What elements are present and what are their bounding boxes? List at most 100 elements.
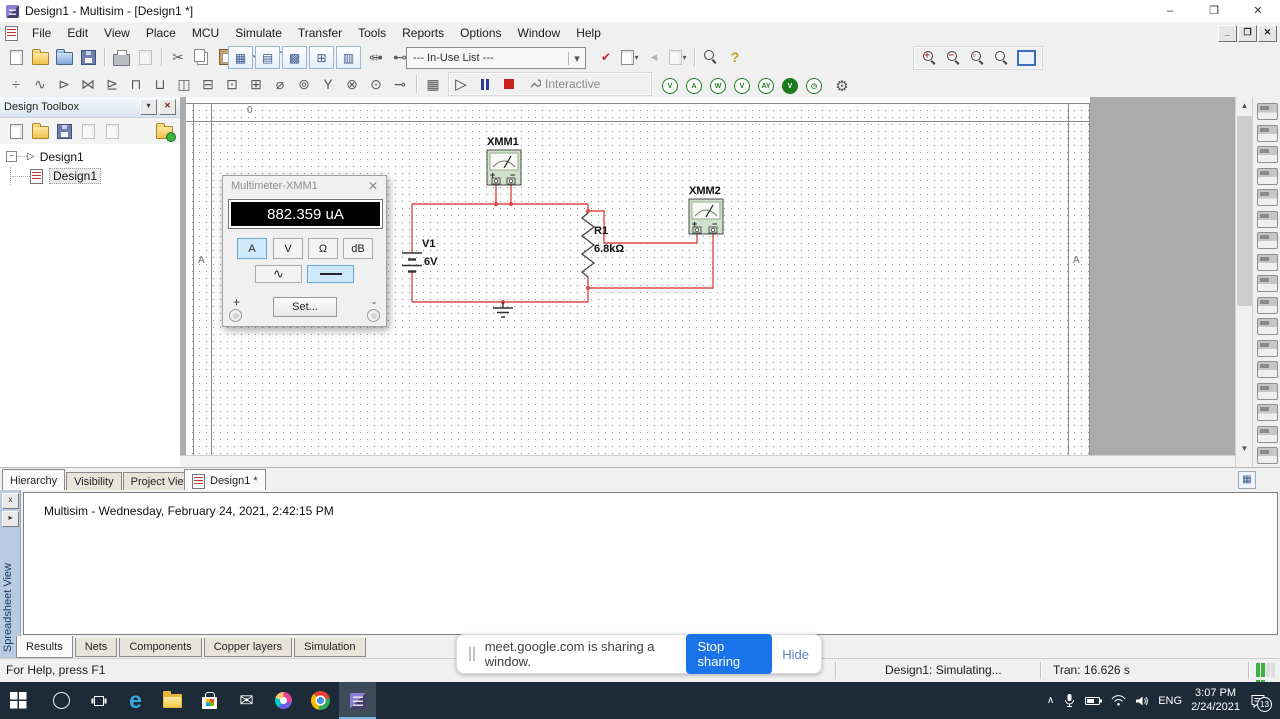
scroll-down-icon[interactable]: ▼ — [1236, 440, 1253, 457]
set-button[interactable]: Set... — [273, 297, 337, 317]
tab-visibility[interactable]: Visibility — [66, 472, 122, 492]
erc-check-button[interactable]: ✔ — [595, 46, 617, 68]
forward-annotate-button[interactable]: ▾ — [667, 46, 689, 68]
zoom-fit-button[interactable] — [991, 47, 1013, 69]
start-button[interactable] — [0, 682, 37, 719]
place-cmos-button[interactable]: ⊔ — [149, 73, 171, 95]
v1-value-label[interactable]: 6V — [424, 256, 438, 268]
canvas-horizontal-scrollbar[interactable] — [180, 455, 1235, 467]
in-use-list-combo[interactable]: --- In-Use List --- ▾ — [406, 47, 586, 69]
schematic-canvas[interactable]: 0 A A V1 6V R1 6.8kΩ — [180, 97, 1235, 467]
menu-place[interactable]: Place — [138, 23, 184, 43]
action-center-button[interactable]: 13 — [1250, 694, 1266, 708]
stop-sharing-button[interactable]: Stop sharing — [686, 634, 773, 674]
menu-reports[interactable]: Reports — [394, 23, 452, 43]
run-simulation-button[interactable]: ▷ — [450, 73, 472, 95]
cortana-button[interactable] — [43, 682, 80, 719]
menu-window[interactable]: Window — [510, 23, 569, 43]
place-diode-button[interactable]: ⊳ — [53, 73, 75, 95]
toolbox-snapshot-button[interactable] — [153, 120, 175, 142]
zoom-area-button[interactable]: ▫ — [967, 47, 989, 69]
spreadsheet-results-pane[interactable]: Multisim - Wednesday, February 24, 2021,… — [23, 492, 1278, 635]
combo-dropdown-icon[interactable]: ▾ — [568, 52, 585, 65]
tab-results[interactable]: Results — [16, 636, 73, 658]
minus-terminal[interactable] — [367, 309, 380, 322]
multimeter-instrument-button[interactable] — [1257, 103, 1278, 120]
probe-settings-button[interactable]: ⚙ — [831, 75, 853, 97]
document-icon[interactable] — [5, 26, 18, 41]
mode-volt-button[interactable]: V — [273, 238, 303, 259]
banner-drag-handle-icon[interactable] — [469, 647, 471, 661]
edge-button[interactable]: e — [117, 682, 154, 719]
pause-simulation-button[interactable] — [474, 73, 496, 95]
taskbar-clock[interactable]: 3:07 PM 2/24/2021 — [1191, 687, 1240, 715]
open-sample-button[interactable] — [53, 46, 75, 68]
place-advanced-peripherals-button[interactable]: ⊚ — [293, 73, 315, 95]
place-ni-component-button[interactable]: ⊙ — [365, 73, 387, 95]
tree-node-child[interactable]: Design1 — [10, 167, 180, 185]
toolbox-new-button[interactable] — [5, 120, 27, 142]
volume-icon[interactable] — [1135, 695, 1149, 707]
oscilloscope-button[interactable] — [1257, 168, 1278, 185]
toggle-spice-netlist-button[interactable]: ▩ — [282, 46, 307, 69]
dc-mode-button[interactable] — [307, 265, 354, 283]
tab-components[interactable]: Components — [119, 638, 201, 657]
hide-link[interactable]: Hide — [782, 647, 809, 662]
place-ttl-button[interactable]: ⊓ — [125, 73, 147, 95]
help-button[interactable]: ? — [724, 46, 746, 68]
toggle-design-toolbox-button[interactable]: ▦ — [228, 46, 253, 69]
menu-transfer[interactable]: Transfer — [290, 23, 350, 43]
battery-icon[interactable] — [1085, 696, 1102, 706]
menu-edit[interactable]: Edit — [59, 23, 96, 43]
mdi-restore-button[interactable]: ❐ — [1238, 25, 1257, 42]
logic-converter-button[interactable] — [1257, 275, 1278, 292]
v1-ref-label[interactable]: V1 — [422, 238, 435, 250]
menu-simulate[interactable]: Simulate — [227, 23, 290, 43]
toggle-postprocessor-button[interactable]: ▥ — [336, 46, 361, 69]
voltage-probe-button[interactable]: V — [662, 78, 678, 94]
voltage-current-probe-button[interactable]: AY — [758, 78, 774, 94]
battery-v1[interactable] — [402, 253, 422, 272]
resistor-r1[interactable] — [582, 213, 594, 277]
tree-collapse-icon[interactable]: − — [6, 151, 17, 162]
plus-terminal[interactable] — [229, 309, 242, 322]
function-generator-button[interactable] — [1257, 125, 1278, 142]
xmm2-label[interactable]: XMM2 — [689, 185, 721, 197]
menu-view[interactable]: View — [96, 23, 138, 43]
zoom-in-button[interactable]: + — [919, 47, 941, 69]
microsoft-store-button[interactable] — [191, 682, 228, 719]
task-view-button[interactable] — [80, 682, 117, 719]
logic-analyzer-button[interactable] — [1257, 297, 1278, 314]
differential-voltage-probe-button[interactable]: V — [734, 78, 750, 94]
ac-mode-button[interactable]: ∿ — [255, 265, 302, 283]
wire-net[interactable] — [412, 185, 713, 302]
place-indicator-button[interactable]: ⊡ — [221, 73, 243, 95]
mode-ampere-button[interactable]: A — [237, 238, 267, 259]
toggle-grapher-button[interactable]: ⊞ — [309, 46, 334, 69]
tree-child-label[interactable]: Design1 — [49, 168, 101, 184]
dialog-title-bar[interactable]: Multimeter-XMM1 ✕ — [223, 176, 386, 196]
menu-mcu[interactable]: MCU — [184, 23, 227, 43]
voltage-reference-probe-button[interactable]: V — [782, 78, 798, 94]
bode-plotter-button[interactable] — [1257, 211, 1278, 228]
menu-tools[interactable]: Tools — [350, 23, 394, 43]
r1-ref-label[interactable]: R1 — [594, 225, 608, 237]
place-transistor-button[interactable]: ⋈ — [77, 73, 99, 95]
menu-help[interactable]: Help — [568, 23, 609, 43]
place-misc-digital-button[interactable]: ◫ — [173, 73, 195, 95]
minimize-button[interactable]: – — [1148, 0, 1192, 22]
open-button[interactable] — [29, 46, 51, 68]
tray-chevron-icon[interactable]: ∧ — [1047, 695, 1054, 706]
tree-node-root[interactable]: − ▷ Design1 — [6, 148, 180, 165]
place-misc-button[interactable]: ⌀ — [269, 73, 291, 95]
close-button[interactable]: ✕ — [1236, 0, 1280, 22]
mdi-close-button[interactable]: ✕ — [1258, 25, 1277, 42]
tab-hierarchy[interactable]: Hierarchy — [2, 469, 65, 492]
multimeter-xmm1-dialog[interactable]: Multimeter-XMM1 ✕ 882.359 uA A V Ω dB ∿ … — [222, 175, 387, 327]
r1-value-label[interactable]: 6.8kΩ — [594, 243, 624, 255]
tree-root-label[interactable]: Design1 — [40, 150, 84, 164]
export-button[interactable]: ▾ — [619, 46, 641, 68]
network-analyzer-button[interactable] — [1257, 383, 1278, 400]
xmm1-label[interactable]: XMM1 — [487, 136, 519, 148]
toggle-spreadsheet-button[interactable]: ▤ — [255, 46, 280, 69]
